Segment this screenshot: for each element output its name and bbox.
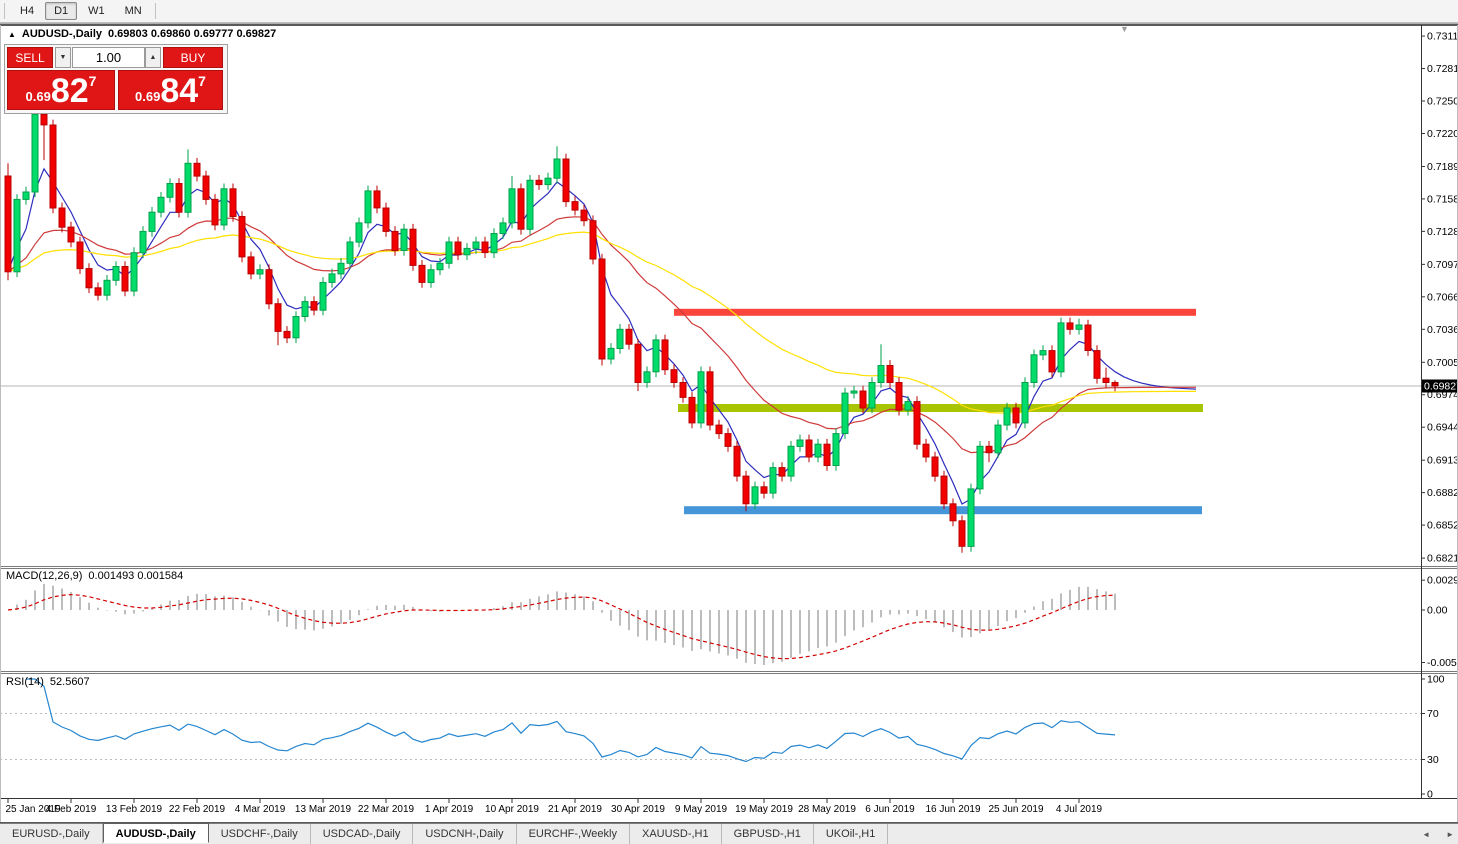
mt4-window: H4D1W1MN 0.731150.728100.725050.722000.7… bbox=[0, 0, 1458, 844]
svg-text:0.69130: 0.69130 bbox=[1427, 455, 1458, 467]
svg-text:0.68825: 0.68825 bbox=[1427, 487, 1458, 499]
rsi-value: 52.5607 bbox=[50, 676, 90, 688]
svg-text:4 Feb 2019: 4 Feb 2019 bbox=[46, 804, 97, 815]
sell-price-pip: 7 bbox=[89, 73, 97, 89]
svg-text:0.69827: 0.69827 bbox=[1424, 381, 1458, 393]
chart-shift-marker-icon[interactable]: ▼ bbox=[1120, 24, 1129, 34]
svg-text:16 Jun 2019: 16 Jun 2019 bbox=[925, 804, 980, 815]
svg-text:-0.005250: -0.005250 bbox=[1427, 657, 1458, 669]
svg-text:19 May 2019: 19 May 2019 bbox=[735, 804, 793, 815]
svg-text:30: 30 bbox=[1427, 754, 1439, 766]
svg-text:0.71890: 0.71890 bbox=[1427, 161, 1458, 173]
tab-scroll-controls: ◄ ► bbox=[1422, 824, 1454, 844]
sell-price-prefix: 0.69 bbox=[26, 89, 51, 104]
svg-text:100: 100 bbox=[1427, 674, 1445, 686]
buy-price-pip: 7 bbox=[198, 73, 206, 89]
svg-text:0.71280: 0.71280 bbox=[1427, 226, 1458, 238]
svg-text:0.70970: 0.70970 bbox=[1427, 259, 1458, 271]
svg-text:0.70050: 0.70050 bbox=[1427, 357, 1458, 369]
svg-text:30 Apr 2019: 30 Apr 2019 bbox=[611, 804, 665, 815]
svg-text:4 Jul 2019: 4 Jul 2019 bbox=[1056, 804, 1103, 815]
volume-decrease-button[interactable]: ▼ bbox=[55, 47, 71, 68]
svg-text:28 May 2019: 28 May 2019 bbox=[798, 804, 856, 815]
svg-text:0.71585: 0.71585 bbox=[1427, 193, 1458, 205]
chart-tab-ukoil-h1[interactable]: UKOil-,H1 bbox=[814, 824, 889, 844]
buy-price-prefix: 0.69 bbox=[135, 89, 160, 104]
macd-label-text: MACD(12,26,9) bbox=[6, 570, 82, 582]
tab-scroll-left-icon[interactable]: ◄ bbox=[1422, 830, 1430, 839]
chart-plot-area[interactable]: 0.73115 0.72810 0.72505 0.72200 0.71890 0.715… bbox=[0, 0, 1458, 844]
svg-text:25 Jun 2019: 25 Jun 2019 bbox=[988, 804, 1043, 815]
one-click-trading-widget: SELL ▼ ▲ BUY 0.69827 0.69847 bbox=[4, 44, 228, 114]
chart-tab-audusd-daily[interactable]: AUDUSD-,Daily bbox=[103, 823, 209, 843]
svg-text:6 Jun 2019: 6 Jun 2019 bbox=[865, 804, 915, 815]
chart-tab-usdcnh-daily[interactable]: USDCNH-,Daily bbox=[413, 824, 516, 844]
svg-text:4 Mar 2019: 4 Mar 2019 bbox=[235, 804, 286, 815]
svg-text:0.72200: 0.72200 bbox=[1427, 128, 1458, 140]
chart-tab-gbpusd-h1[interactable]: GBPUSD-,H1 bbox=[722, 824, 814, 844]
svg-text:0.68520: 0.68520 bbox=[1427, 520, 1458, 532]
price-chart-svg[interactable]: 0.73115 0.72810 0.72505 0.72200 0.71890 0.715… bbox=[0, 0, 1458, 844]
svg-text:70: 70 bbox=[1427, 708, 1439, 720]
svg-text:13 Mar 2019: 13 Mar 2019 bbox=[295, 804, 352, 815]
svg-text:0.68210: 0.68210 bbox=[1427, 553, 1458, 565]
svg-text:0.00: 0.00 bbox=[1427, 605, 1448, 617]
svg-text:0.72810: 0.72810 bbox=[1427, 63, 1458, 75]
macd-values: 0.001493 0.001584 bbox=[88, 570, 183, 582]
chart-symbol-label: AUDUSD-,Daily bbox=[22, 28, 102, 40]
symbol-marker-icon: ▲ bbox=[8, 30, 16, 39]
sell-button[interactable]: SELL bbox=[7, 47, 53, 68]
rsi-label-text: RSI(14) bbox=[6, 676, 44, 688]
svg-text:21 Apr 2019: 21 Apr 2019 bbox=[548, 804, 602, 815]
buy-price-panel[interactable]: 0.69847 bbox=[118, 70, 223, 110]
chart-tab-usdchf-daily[interactable]: USDCHF-,Daily bbox=[209, 824, 311, 844]
macd-indicator-label: MACD(12,26,9) 0.001493 0.001584 bbox=[6, 570, 183, 582]
chart-tab-eurusd-daily[interactable]: EURUSD-,Daily bbox=[0, 824, 103, 844]
buy-price-big: 84 bbox=[160, 73, 198, 109]
svg-text:0.002984: 0.002984 bbox=[1427, 575, 1458, 587]
svg-text:9 May 2019: 9 May 2019 bbox=[675, 804, 728, 815]
svg-text:22 Feb 2019: 22 Feb 2019 bbox=[169, 804, 226, 815]
svg-text:0.69440: 0.69440 bbox=[1427, 422, 1458, 434]
svg-text:0.72505: 0.72505 bbox=[1427, 96, 1458, 108]
svg-text:13 Feb 2019: 13 Feb 2019 bbox=[106, 804, 163, 815]
buy-button[interactable]: BUY bbox=[163, 47, 223, 68]
svg-text:22 Mar 2019: 22 Mar 2019 bbox=[358, 804, 415, 815]
chart-tab-eurchf-weekly[interactable]: EURCHF-,Weekly bbox=[517, 824, 630, 844]
volume-increase-button[interactable]: ▲ bbox=[145, 47, 161, 68]
svg-text:0.70665: 0.70665 bbox=[1427, 291, 1458, 303]
volume-input[interactable] bbox=[72, 47, 145, 68]
svg-text:1 Apr 2019: 1 Apr 2019 bbox=[425, 804, 474, 815]
svg-text:10 Apr 2019: 10 Apr 2019 bbox=[485, 804, 539, 815]
tab-scroll-right-icon[interactable]: ► bbox=[1446, 830, 1454, 839]
sell-price-big: 82 bbox=[51, 73, 89, 109]
chart-tab-xauusd-h1[interactable]: XAUUSD-,H1 bbox=[630, 824, 722, 844]
sell-price-panel[interactable]: 0.69827 bbox=[7, 70, 115, 110]
chart-tab-bar: EURUSD-,DailyAUDUSD-,DailyUSDCHF-,DailyU… bbox=[0, 823, 1458, 844]
chart-ohlc-values: 0.69803 0.69860 0.69777 0.69827 bbox=[108, 28, 276, 40]
chart-title: ▲ AUDUSD-,Daily 0.69803 0.69860 0.69777 … bbox=[8, 28, 276, 40]
chart-tab-usdcad-daily[interactable]: USDCAD-,Daily bbox=[311, 824, 414, 844]
rsi-indicator-label: RSI(14) 52.5607 bbox=[6, 676, 90, 688]
svg-text:0.73115: 0.73115 bbox=[1427, 31, 1458, 43]
svg-text:0.70360: 0.70360 bbox=[1427, 324, 1458, 336]
